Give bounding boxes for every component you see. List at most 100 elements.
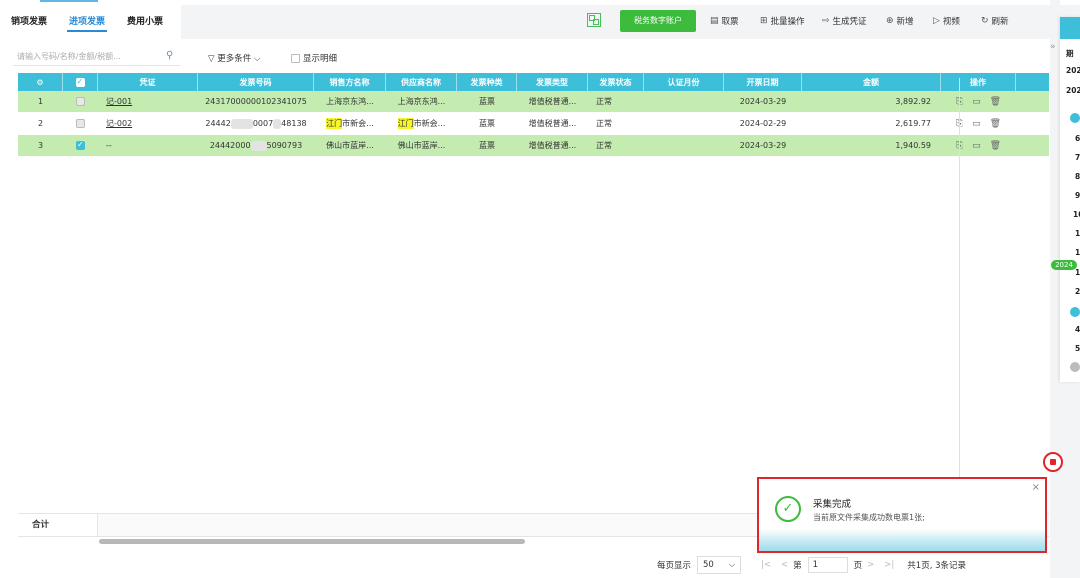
folder-icon[interactable]: ▭: [972, 141, 981, 151]
sum-label: 合计: [18, 514, 98, 536]
period-item[interactable]: 5: [1075, 344, 1080, 353]
col-type[interactable]: 发票类型: [517, 73, 588, 91]
toast-title: 采集完成: [813, 499, 852, 510]
period-item[interactable]: 8: [1075, 172, 1080, 181]
col-kind[interactable]: 发票种类: [457, 73, 517, 91]
amount-cell: 3,892.92: [895, 97, 931, 106]
tax-account-button[interactable]: 税务数字账户: [620, 10, 696, 32]
trash-icon[interactable]: 🗑: [990, 97, 1001, 107]
supplier-cell: 上海京东鸿...: [397, 97, 446, 106]
table-row[interactable]: 1 记-001 24317000000102341075 上海京东鸿... 上海…: [18, 91, 1049, 113]
tab-purchase-invoice[interactable]: 进项发票: [58, 5, 116, 39]
seller-cell: 上海京东鸿...: [326, 97, 374, 106]
period-item[interactable]: 10: [1073, 210, 1080, 219]
toast-wave-decoration: [759, 529, 1045, 551]
show-detail-label: 显示明细: [303, 54, 338, 64]
show-detail-checkbox[interactable]: 显示明细: [291, 52, 337, 64]
col-seller[interactable]: 销售方名称: [314, 73, 386, 91]
first-page-icon[interactable]: |<: [761, 560, 771, 570]
filter-icon: ▽: [208, 54, 215, 64]
search-highlight: 江门: [326, 118, 343, 129]
period-item[interactable]: 4: [1075, 325, 1080, 334]
col-amount[interactable]: 金额: [802, 73, 941, 91]
table-row[interactable]: 3 -- 24442000 5090793 佛山市蓝岸... 佛山市蓝岸... 蓝…: [18, 135, 1049, 157]
period-item[interactable]: 7: [1075, 153, 1080, 162]
generate-voucher-label: 生成凭证: [832, 17, 867, 27]
year-badge[interactable]: 2024: [1051, 260, 1077, 270]
tab-sales-invoice[interactable]: 销项发票: [0, 5, 58, 39]
seller-cell: 佛山市蓝岸...: [326, 141, 374, 150]
play-icon: ▷: [933, 16, 940, 26]
search-input[interactable]: 请输入号码/名称/金额/税额...: [13, 49, 180, 66]
select-all-checkbox[interactable]: [63, 73, 98, 91]
period-item[interactable]: 1: [1075, 248, 1080, 257]
trash-icon[interactable]: 🗑: [990, 119, 1001, 129]
col-status[interactable]: 发票状态: [588, 73, 644, 91]
plus-circle-icon: ⊕: [886, 16, 894, 26]
period-item[interactable]: 9: [1075, 191, 1080, 200]
period-item[interactable]: 2: [1075, 287, 1080, 296]
kind-cell: 蓝票: [479, 141, 495, 150]
period-item[interactable]: 1: [1075, 268, 1080, 277]
col-supplier[interactable]: 供应商名称: [386, 73, 457, 91]
row-checkbox[interactable]: [63, 113, 98, 134]
period-item[interactable]: 1: [1075, 229, 1080, 238]
voucher-link[interactable]: 记-001: [106, 96, 132, 107]
prev-page-icon[interactable]: <: [781, 560, 788, 570]
per-page-label: 每页显示: [657, 561, 692, 571]
period-marker: [1070, 307, 1080, 317]
close-icon[interactable]: ×: [1032, 482, 1040, 493]
invoice-tabs: 销项发票 进项发票 费用小票: [0, 5, 174, 39]
col-voucher[interactable]: 凭证: [98, 73, 198, 91]
check-circle-icon: ✓: [775, 496, 801, 522]
period-label: 期: [1066, 49, 1074, 58]
period-item[interactable]: 202: [1066, 86, 1080, 95]
status-cell: 正常: [596, 97, 612, 106]
col-date[interactable]: 开票日期: [724, 73, 802, 91]
next-page-icon[interactable]: >: [867, 560, 874, 570]
stop-icon[interactable]: [1043, 452, 1063, 472]
trash-icon[interactable]: 🗑: [990, 141, 1001, 151]
row-checkbox[interactable]: [63, 91, 98, 112]
horizontal-scrollbar[interactable]: [99, 539, 525, 544]
fetch-ticket-button[interactable]: ▤ 取票: [710, 15, 739, 27]
more-conditions-label: 更多条件: [217, 54, 252, 64]
invoice-no-cell: 24317000000102341075: [205, 97, 307, 106]
period-item[interactable]: 6: [1075, 134, 1080, 143]
col-auth-month[interactable]: 认证月份: [644, 73, 724, 91]
settings-gear-icon[interactable]: ⚙: [18, 73, 63, 91]
search-icon[interactable]: ⚲: [166, 50, 173, 61]
date-cell: 2024-03-29: [739, 141, 787, 150]
period-marker: [1070, 113, 1080, 123]
fetch-ticket-label: 取票: [721, 17, 739, 27]
status-cell: 正常: [596, 141, 612, 150]
type-cell: 增值税普通...: [528, 141, 577, 150]
generate-voucher-button[interactable]: ⇨ 生成凭证: [822, 15, 867, 27]
batch-operation-button[interactable]: ⊞ 批量操作: [760, 15, 805, 27]
row-checkbox[interactable]: [63, 135, 98, 156]
qrcode-icon[interactable]: [587, 13, 601, 27]
per-page-select[interactable]: 50 ⌵: [697, 556, 742, 574]
period-item[interactable]: 202: [1066, 66, 1080, 75]
collapse-chevron-icon[interactable]: »: [1050, 42, 1060, 56]
more-conditions-button[interactable]: ▽ 更多条件 ⌵: [208, 52, 260, 64]
video-button[interactable]: ▷ 视频: [933, 15, 960, 27]
last-page-icon[interactable]: >|: [884, 560, 894, 570]
date-cell: 2024-03-29: [739, 97, 787, 106]
refresh-button[interactable]: ↻ 刷新: [981, 15, 1009, 27]
toast-message: 当前原文件采集成功数电票1张;: [813, 513, 925, 522]
redacted-blur: [250, 140, 267, 151]
tab-expense-receipt[interactable]: 费用小票: [116, 5, 174, 39]
voucher-link[interactable]: 记-002: [106, 118, 132, 129]
kind-cell: 蓝票: [479, 119, 495, 128]
table-row[interactable]: 2 记-002 24442 0007 48138 江门 市新会... 江门 市新会...…: [18, 113, 1049, 135]
page-input[interactable]: 1: [807, 557, 848, 573]
batch-operation-label: 批量操作: [770, 17, 805, 27]
right-gutter: [1050, 0, 1060, 578]
invoice-table: ⚙ 凭证 发票号码 销售方名称 供应商名称 发票种类 发票类型 发票状态 认证月…: [18, 73, 1049, 157]
folder-icon[interactable]: ▭: [972, 119, 981, 129]
add-new-button[interactable]: ⊕ 新增: [886, 15, 914, 27]
col-invoice-no[interactable]: 发票号码: [198, 73, 314, 91]
col-operations: 操作: [941, 73, 1016, 91]
folder-icon[interactable]: ▭: [972, 97, 981, 107]
